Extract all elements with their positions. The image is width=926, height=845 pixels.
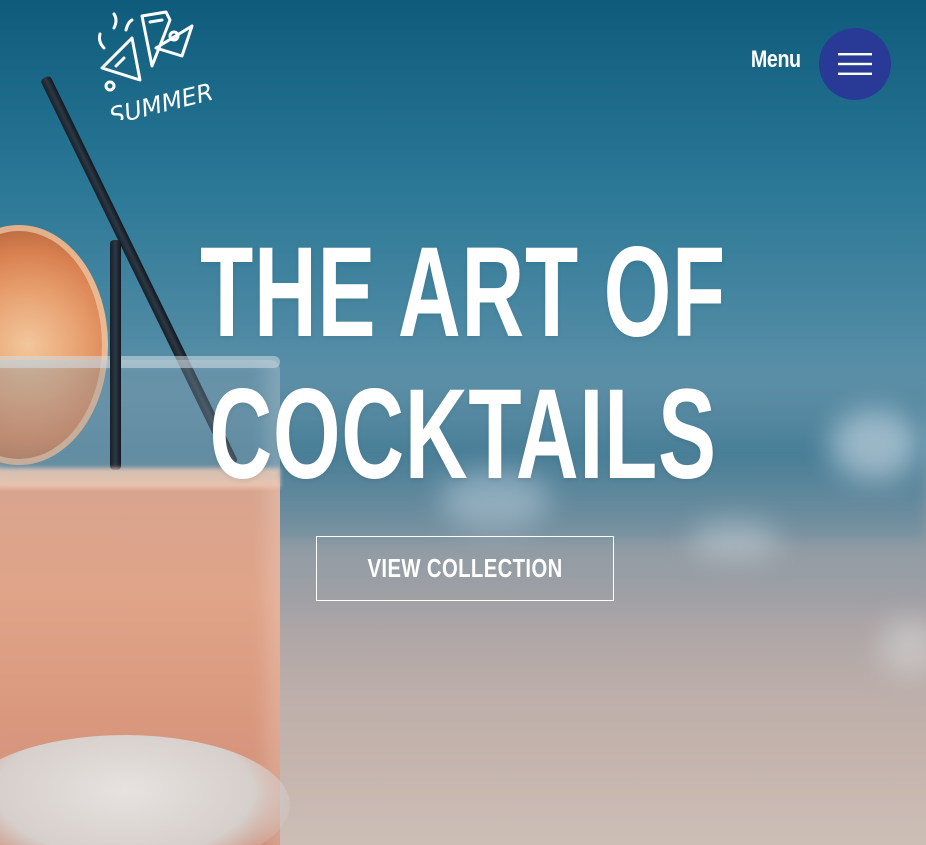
hero-title-line-2: COCKTAILS bbox=[209, 363, 717, 506]
svg-text:SUMMER: SUMMER bbox=[106, 78, 212, 120]
view-collection-label: VIEW COLLECTION bbox=[367, 553, 563, 583]
menu-label[interactable]: Menu bbox=[751, 46, 801, 74]
hamburger-icon bbox=[838, 53, 872, 75]
view-collection-button[interactable]: VIEW COLLECTION bbox=[316, 536, 614, 601]
summer-logo[interactable]: SUMMER bbox=[94, 8, 216, 131]
bokeh-light bbox=[690, 520, 780, 560]
menu-button[interactable] bbox=[819, 28, 891, 100]
hero-title: THE ART OF COCKTAILS bbox=[0, 222, 926, 506]
cocktail-glasses-icon: SUMMER bbox=[98, 10, 216, 131]
hero-title-line-1: THE ART OF bbox=[200, 221, 726, 364]
hero-section: SUMMER Menu THE ART OF COCKTAILS VIEW CO… bbox=[0, 0, 926, 845]
